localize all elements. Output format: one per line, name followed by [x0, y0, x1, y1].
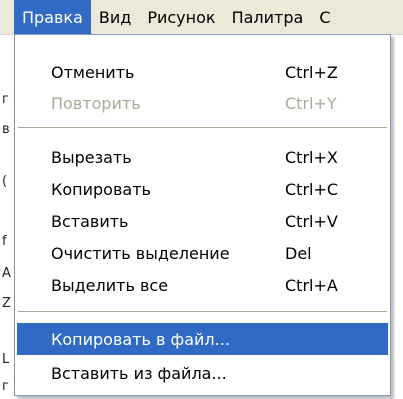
canvas-glyph: L [2, 352, 10, 367]
canvas-glyph: г [2, 379, 9, 394]
menu-item-shortcut: Del [285, 243, 312, 263]
menu-item-label: Вставить из файла... [51, 363, 227, 383]
menu-edit[interactable]: Правка [14, 0, 91, 34]
menu-bar: Правка Вид Рисунок Палитра С [0, 0, 403, 35]
edit-menu-dropdown: Отменить Ctrl+Z Повторить Ctrl+Y Вырезат… [14, 34, 391, 396]
menu-item-shortcut: Ctrl+Y [285, 93, 337, 113]
menu-item-redo[interactable]: Повторить Ctrl+Y [17, 87, 388, 119]
menu-item-shortcut: Ctrl+Z [285, 62, 338, 82]
menu-item-label: Повторить [51, 93, 141, 113]
canvas-glyph: г [2, 92, 9, 107]
menu-item-cut[interactable]: Вырезать Ctrl+X [17, 141, 388, 173]
canvas-area[interactable]: г в ( f А Z L г [0, 34, 14, 399]
menu-item-shortcut: Ctrl+V [285, 211, 338, 231]
menu-item-paste-from-file[interactable]: Вставить из файла... [17, 357, 388, 389]
canvas-glyph: в [2, 122, 10, 137]
menu-separator [18, 311, 387, 312]
menu-palette[interactable]: Палитра [224, 0, 312, 34]
canvas-glyph: А [2, 266, 11, 281]
menu-item-label: Копировать в файл... [51, 329, 230, 349]
canvas-glyph: Z [2, 296, 11, 311]
menu-item-shortcut: Ctrl+C [285, 179, 339, 199]
menu-item-label: Копировать [51, 179, 151, 199]
menu-item-label: Вырезать [51, 147, 132, 167]
menu-help[interactable]: С [311, 0, 338, 34]
menu-view[interactable]: Вид [91, 0, 139, 34]
menu-separator [18, 127, 387, 128]
paint-window: г в ( f А Z L г Правка Вид Рисунок Палит… [0, 0, 403, 399]
menu-item-select-all[interactable]: Выделить все Ctrl+A [17, 269, 388, 301]
menu-item-label: Вставить [51, 211, 129, 231]
menu-item-label: Отменить [51, 62, 135, 82]
menu-item-clear-selection[interactable]: Очистить выделение Del [17, 237, 388, 269]
menu-item-shortcut: Ctrl+A [285, 275, 338, 295]
menu-item-label: Выделить все [51, 275, 169, 295]
menubar-gap [0, 0, 14, 34]
menu-image[interactable]: Рисунок [139, 0, 223, 34]
menu-item-label: Очистить выделение [51, 243, 230, 263]
menu-item-undo[interactable]: Отменить Ctrl+Z [17, 56, 388, 88]
menu-item-paste[interactable]: Вставить Ctrl+V [17, 205, 388, 237]
canvas-glyph: ( [2, 174, 8, 189]
menu-item-shortcut: Ctrl+X [285, 147, 338, 167]
menu-item-copy[interactable]: Копировать Ctrl+C [17, 173, 388, 205]
canvas-glyph: f [2, 234, 7, 249]
menu-item-copy-to-file[interactable]: Копировать в файл... [17, 323, 388, 355]
